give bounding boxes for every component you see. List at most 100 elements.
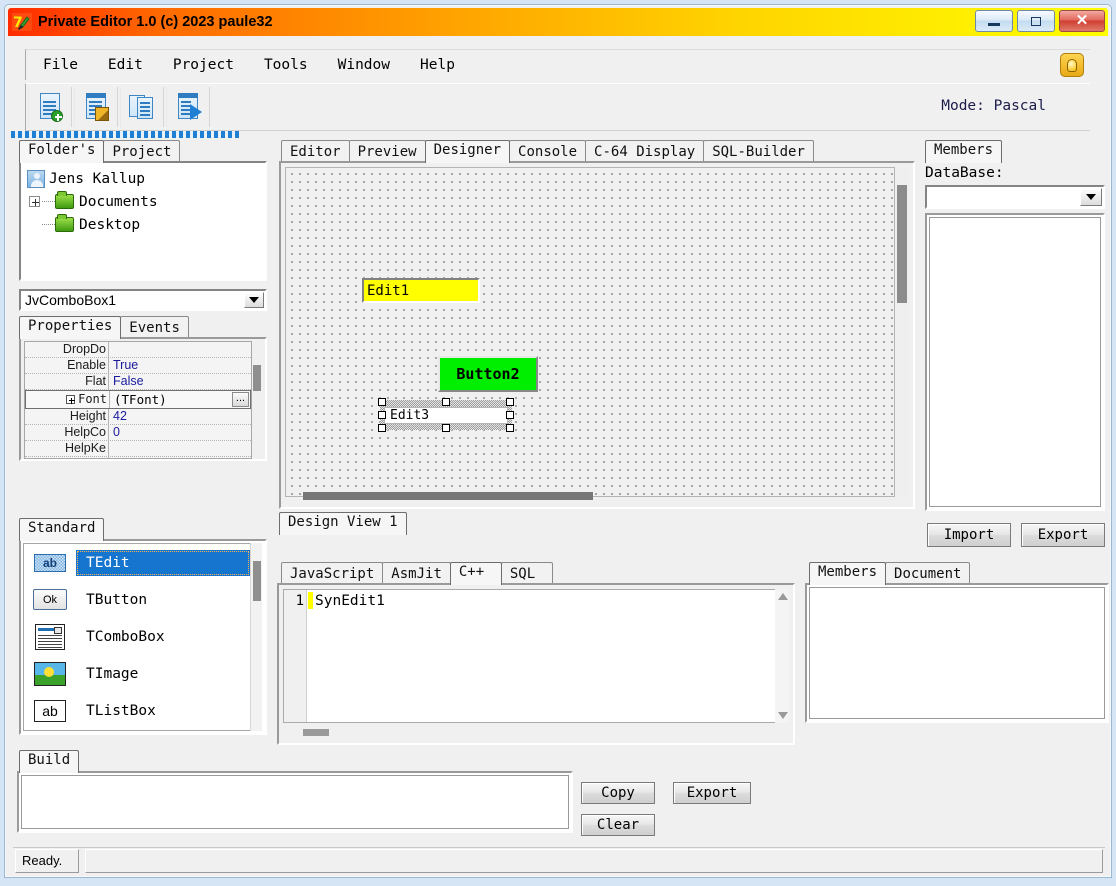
code-editor[interactable]: 1 SynEdit1 <box>283 589 783 723</box>
design-control-edit1[interactable]: Edit1 <box>362 278 480 303</box>
property-value[interactable]: True <box>109 358 251 373</box>
build-export-button[interactable]: Export <box>673 782 751 804</box>
minimize-icon[interactable] <box>975 10 1013 32</box>
resize-handle-sw[interactable] <box>378 424 386 432</box>
property-value[interactable] <box>109 342 251 357</box>
tab-members[interactable]: Members <box>925 140 1003 163</box>
resize-handle-nw[interactable] <box>378 398 386 406</box>
property-value[interactable]: 0 <box>109 425 251 440</box>
menu-item-tools[interactable]: Tools <box>251 54 321 76</box>
tab-events[interactable]: Events <box>120 316 189 339</box>
scrollbar-thumb[interactable] <box>303 492 593 500</box>
component-palette[interactable]: ab TEdit Ok TButton TComboBox TImage ab <box>19 539 267 735</box>
tab-project[interactable]: Project <box>103 140 181 163</box>
maximize-icon[interactable] <box>1017 10 1055 32</box>
copy-button[interactable]: Copy <box>581 782 655 804</box>
menu-item-file[interactable]: File <box>30 54 91 76</box>
property-row[interactable]: DropDo <box>25 342 251 358</box>
import-button[interactable]: Import <box>927 523 1011 547</box>
tab-cpp[interactable]: C++ <box>449 562 502 585</box>
expand-plus-icon[interactable] <box>66 395 76 404</box>
object-selector-combo[interactable]: JvComboBox1 <box>19 289 267 311</box>
property-row[interactable]: HelpCo 0 <box>25 425 251 441</box>
lightbulb-icon[interactable] <box>1060 53 1084 77</box>
tree-item-desktop[interactable]: Desktop <box>23 213 263 236</box>
property-grid[interactable]: DropDo Enable True Flat False Font (TFon… <box>19 337 267 461</box>
menu-item-window[interactable]: Window <box>325 54 403 76</box>
property-value[interactable]: (TFont) <box>110 391 232 408</box>
palette-item-timage[interactable]: TImage <box>24 655 250 692</box>
property-value[interactable] <box>109 441 251 456</box>
folder-tree[interactable]: Jens Kallup Documents Desktop <box>19 161 267 281</box>
members-document-list[interactable] <box>805 583 1109 723</box>
property-row[interactable]: HelpTy htContext <box>25 457 251 458</box>
tab-folders[interactable]: Folder's <box>19 140 105 163</box>
scrollbar-thumb[interactable] <box>253 561 261 601</box>
scrollbar-thumb[interactable] <box>897 185 907 303</box>
copy-document-button[interactable] <box>120 87 164 127</box>
tab-build[interactable]: Build <box>19 750 80 773</box>
tab-design-view-1[interactable]: Design View 1 <box>279 512 407 535</box>
scroll-down-icon[interactable] <box>778 712 788 719</box>
property-row[interactable]: Flat False <box>25 374 251 390</box>
palette-item-tlistbox[interactable]: ab TListBox <box>24 692 250 729</box>
code-horizontal-scrollbar[interactable] <box>283 727 783 739</box>
tab-c64-display[interactable]: C-64 Display <box>585 140 705 163</box>
edit-document-button[interactable] <box>74 87 118 127</box>
new-document-button[interactable] <box>28 87 72 127</box>
run-document-button[interactable] <box>166 87 210 127</box>
tab-properties[interactable]: Properties <box>19 316 122 339</box>
resize-handle-n[interactable] <box>442 398 450 406</box>
tab-standard[interactable]: Standard <box>19 518 105 541</box>
scroll-up-icon[interactable] <box>778 593 788 600</box>
property-value[interactable]: htContext <box>109 457 251 458</box>
clear-button[interactable]: Clear <box>581 814 655 836</box>
design-control-button2[interactable]: Button2 <box>438 356 538 392</box>
tree-item-user[interactable]: Jens Kallup <box>23 167 263 190</box>
resize-handle-w[interactable] <box>378 411 386 419</box>
tab-sql[interactable]: SQL <box>500 562 553 585</box>
chevron-down-icon[interactable] <box>1080 188 1102 206</box>
database-combo[interactable] <box>925 185 1105 209</box>
resize-handle-ne[interactable] <box>506 398 514 406</box>
tab-javascript[interactable]: JavaScript <box>281 562 384 585</box>
tab-preview[interactable]: Preview <box>348 140 426 163</box>
export-button[interactable]: Export <box>1021 523 1105 547</box>
build-output[interactable] <box>17 771 573 833</box>
tab-asmjit[interactable]: AsmJit <box>382 562 451 585</box>
expand-plus-icon[interactable] <box>29 196 40 207</box>
chevron-down-icon[interactable] <box>244 292 264 308</box>
resize-handle-s[interactable] <box>442 424 450 432</box>
property-row-selected[interactable]: Font (TFont) ... <box>25 390 251 409</box>
palette-item-tcombobox[interactable]: TComboBox <box>24 618 250 655</box>
property-value[interactable]: False <box>109 374 251 389</box>
property-grid-scrollbar[interactable] <box>252 341 262 459</box>
palette-item-tedit[interactable]: ab TEdit <box>24 544 250 581</box>
tree-item-documents[interactable]: Documents <box>23 190 263 213</box>
designer-horizontal-scrollbar[interactable] <box>287 491 887 503</box>
members-list[interactable] <box>925 213 1105 511</box>
property-row[interactable]: HelpKe <box>25 441 251 457</box>
property-ellipsis-button[interactable]: ... <box>232 392 249 407</box>
tab-console[interactable]: Console <box>509 140 587 163</box>
resize-handle-e[interactable] <box>506 411 514 419</box>
tab-designer[interactable]: Designer <box>424 140 511 163</box>
palette-scrollbar[interactable] <box>250 543 262 731</box>
tab-document[interactable]: Document <box>885 562 971 585</box>
code-vertical-scrollbar[interactable] <box>775 589 789 723</box>
property-value[interactable]: 42 <box>109 409 251 424</box>
scrollbar-thumb[interactable] <box>253 365 261 391</box>
property-row[interactable]: Height 42 <box>25 409 251 425</box>
scrollbar-thumb[interactable] <box>303 729 329 736</box>
tab-members-bottom[interactable]: Members <box>809 562 887 585</box>
menu-item-project[interactable]: Project <box>160 54 247 76</box>
designer-vertical-scrollbar[interactable] <box>895 167 909 497</box>
tab-editor[interactable]: Editor <box>281 140 350 163</box>
menu-item-edit[interactable]: Edit <box>95 54 156 76</box>
property-row[interactable]: Enable True <box>25 358 251 374</box>
tab-sql-builder[interactable]: SQL-Builder <box>703 140 814 163</box>
menu-item-help[interactable]: Help <box>407 54 468 76</box>
close-icon[interactable]: ✕ <box>1059 10 1105 32</box>
designer-canvas[interactable]: Edit1 Button2 Edit3 <box>285 167 895 497</box>
resize-handle-se[interactable] <box>506 424 514 432</box>
